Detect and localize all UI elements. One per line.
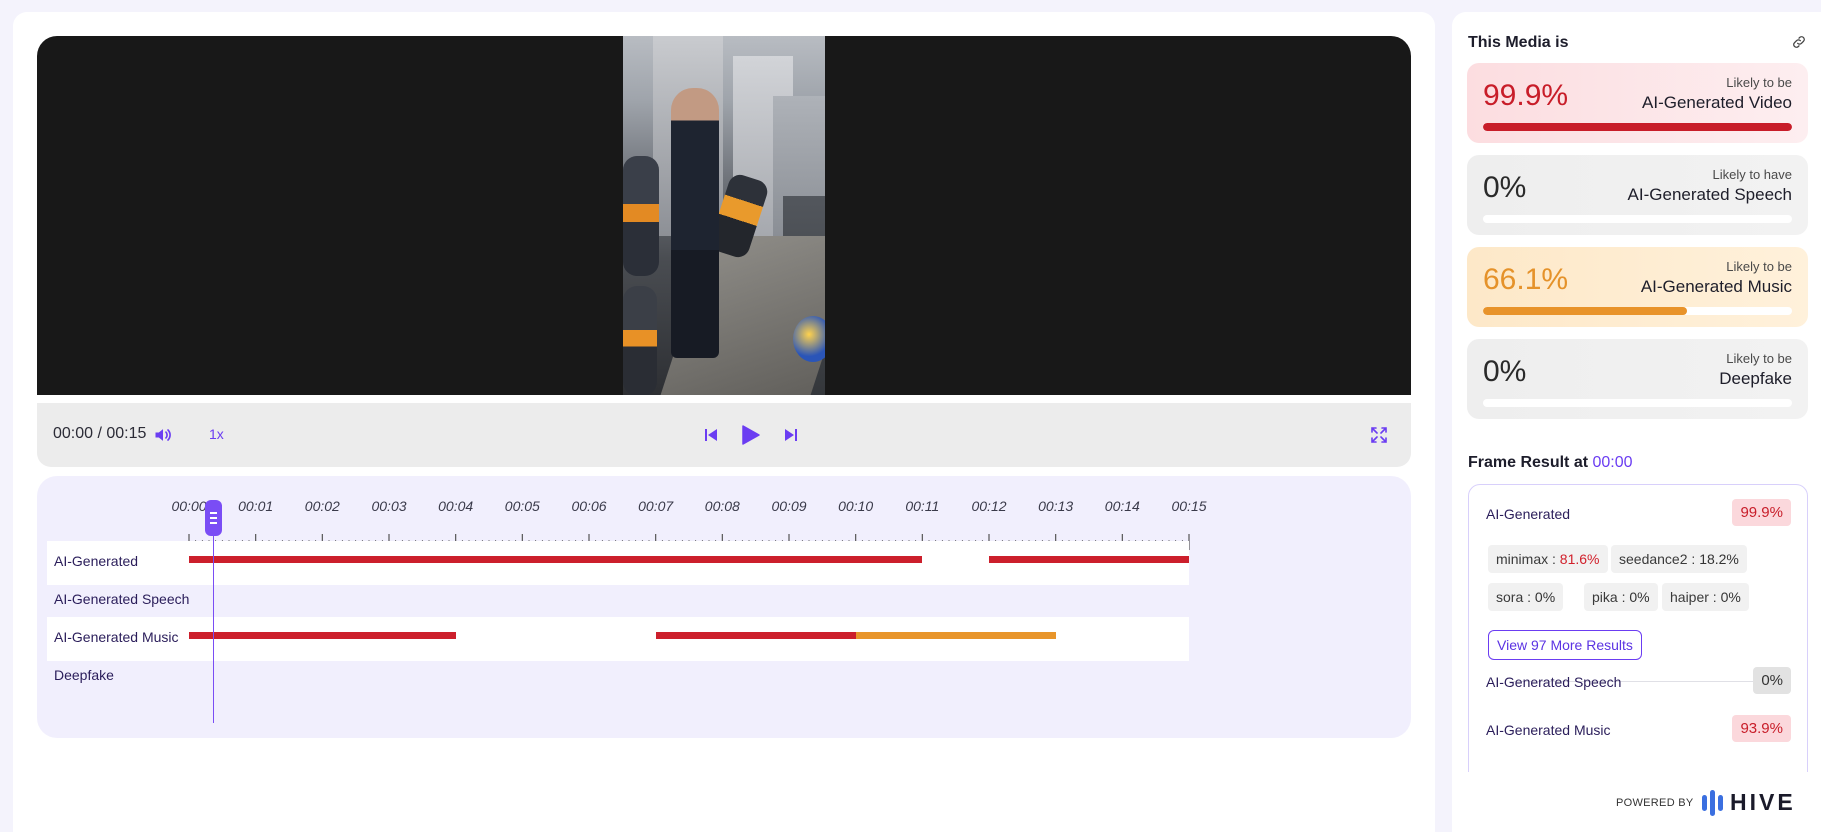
result-qualifier: Likely to be <box>1726 259 1792 274</box>
main-panel: 00:00 / 00:15 1x 00:00 00:01 00:02 00:03 00:… <box>13 12 1435 832</box>
results-sidebar: This Media is 99.9% Likely to be AI-Genera… <box>1452 12 1821 832</box>
hive-wordmark: HIVE <box>1730 789 1796 815</box>
frame-badge-ai-speech: 0% <box>1753 667 1791 694</box>
result-qualifier: Likely to have <box>1712 167 1793 182</box>
playhead-handle[interactable] <box>205 500 222 536</box>
frame-result-label: Frame Result at <box>1468 454 1589 471</box>
chip-colon: : <box>1687 551 1700 567</box>
sidebar-title: This Media is <box>1468 34 1569 51</box>
playhead-line <box>213 536 214 723</box>
player-controls: 00:00 / 00:15 1x <box>37 403 1411 467</box>
frame-result-box: AI-Generated 99.9% minimax : 81.6% seedan… <box>1468 484 1808 784</box>
timeline-segment[interactable] <box>989 556 1189 563</box>
chip-colon: : <box>1708 589 1721 605</box>
result-percent: 99.9% <box>1483 79 1569 112</box>
model-name: haiper <box>1670 589 1709 605</box>
video-frame[interactable] <box>623 36 825 395</box>
detection-timeline[interactable]: 00:00 00:01 00:02 00:03 00:04 00:05 00:06 00:07… <box>37 476 1411 738</box>
chip-colon: : <box>1548 551 1560 567</box>
result-progress-fill <box>1483 123 1792 131</box>
timeline-track-row[interactable] <box>47 655 1189 699</box>
volume-icon[interactable] <box>149 421 177 449</box>
result-card[interactable]: 0% Likely to have AI-Generated Speech <box>1467 155 1808 235</box>
result-percent: 0% <box>1483 355 1527 388</box>
time-display: 00:00 / 00:15 <box>53 425 147 442</box>
model-name: pika <box>1592 589 1618 605</box>
powered-by-label: POWERED BY <box>1616 797 1694 809</box>
link-icon[interactable] <box>1791 34 1807 55</box>
hive-logo-icon <box>1702 789 1723 816</box>
result-qualifier: Likely to be <box>1726 351 1792 366</box>
frame-row-ai-music: AI-Generated Music <box>1486 722 1611 738</box>
frame-worker <box>623 156 659 276</box>
model-score: 0% <box>1629 589 1650 605</box>
result-percent: 66.1% <box>1483 263 1569 296</box>
model-name: seedance2 <box>1619 551 1688 567</box>
frame-balloon <box>793 316 825 362</box>
frame-badge-ai-music: 93.9% <box>1732 715 1791 742</box>
result-card[interactable]: 0% Likely to be Deepfake <box>1467 339 1808 419</box>
result-progress-bar <box>1483 307 1792 315</box>
skip-back-icon[interactable] <box>697 421 725 449</box>
result-card[interactable]: 66.1% Likely to be AI-Generated Music <box>1467 247 1808 327</box>
model-name: sora <box>1496 589 1524 605</box>
chip-colon: : <box>1523 589 1535 605</box>
frame-result-title: Frame Result at 00:00 <box>1468 454 1633 472</box>
model-name: minimax <box>1496 551 1549 567</box>
result-category: AI-Generated Speech <box>1627 185 1792 204</box>
timeline-track-label: AI-Generated Speech <box>54 591 190 607</box>
timeline-segment[interactable] <box>189 556 923 563</box>
timeline-track-label: AI-Generated Music <box>54 629 179 645</box>
model-score-chip: haiper : 0% <box>1662 583 1749 611</box>
result-qualifier: Likely to be <box>1726 75 1792 90</box>
frame-worker <box>623 286 657 395</box>
result-progress-bar <box>1483 215 1792 223</box>
frame-timestamp: 00:00 <box>1592 454 1633 471</box>
view-more-results-button[interactable]: View 97 More Results <box>1488 630 1642 660</box>
frame-row-ai-generated: AI-Generated <box>1486 506 1571 522</box>
timeline-track-label: AI-Generated <box>54 553 139 569</box>
timeline-segment[interactable] <box>655 632 856 639</box>
model-score-chip: seedance2 : 18.2% <box>1611 545 1747 573</box>
model-score: 0% <box>1534 589 1556 605</box>
frame-person <box>671 88 719 358</box>
result-card[interactable]: 99.9% Likely to be AI-Generated Video <box>1467 63 1808 143</box>
result-percent: 0% <box>1483 171 1527 204</box>
video-player[interactable] <box>37 36 1411 395</box>
model-score: 0% <box>1720 589 1741 605</box>
result-category: Deepfake <box>1719 369 1792 388</box>
frame-row-ai-speech: AI-Generated Speech <box>1486 674 1622 690</box>
hive-logo[interactable]: HIVE <box>1702 789 1796 816</box>
result-category: AI-Generated Video <box>1642 93 1792 112</box>
model-score-chip: minimax : 81.6% <box>1488 545 1608 573</box>
timeline-segment[interactable] <box>189 632 456 639</box>
result-progress-bar <box>1483 399 1792 407</box>
model-score-chip: sora : 0% <box>1488 583 1564 611</box>
model-score-chip: pika : 0% <box>1584 583 1658 611</box>
chip-colon: : <box>1617 589 1630 605</box>
result-category: AI-Generated Music <box>1640 277 1792 296</box>
fullscreen-icon[interactable] <box>1365 421 1393 449</box>
model-score: 81.6% <box>1559 551 1600 567</box>
playback-speed-button[interactable]: 1x <box>209 426 224 442</box>
timeline-segment[interactable] <box>855 632 1056 639</box>
play-icon[interactable] <box>736 421 764 449</box>
model-score: 18.2% <box>1699 551 1739 567</box>
result-progress-fill <box>1483 307 1688 315</box>
skip-forward-icon[interactable] <box>777 421 805 449</box>
timeline-track-label: Deepfake <box>54 667 114 683</box>
frame-badge-ai-generated: 99.9% <box>1732 499 1791 526</box>
result-progress-bar <box>1483 123 1792 131</box>
